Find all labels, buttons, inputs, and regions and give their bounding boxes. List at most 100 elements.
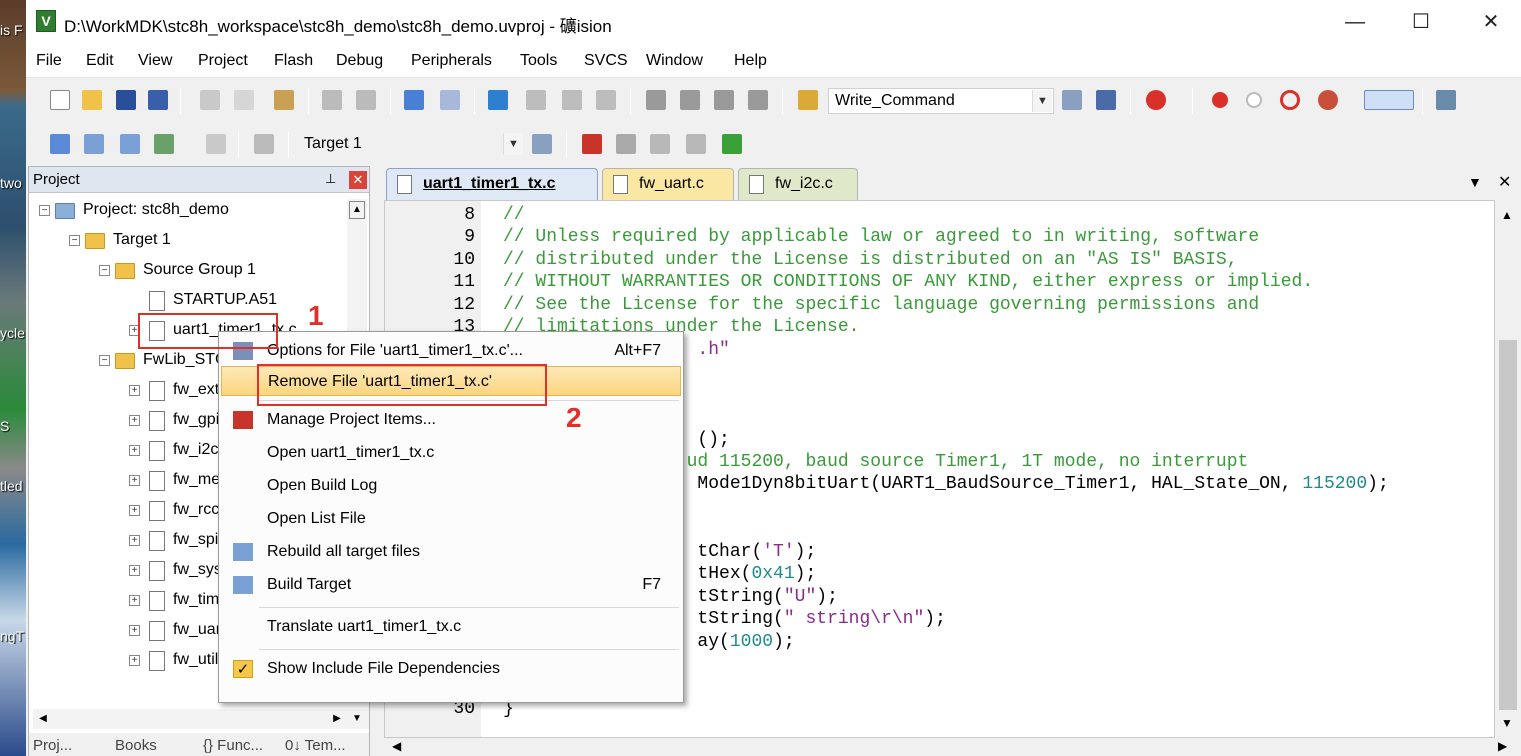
- menu-edit[interactable]: Edit: [86, 52, 114, 70]
- context-menu-item[interactable]: Open Build Log: [221, 471, 681, 501]
- editor-vertical-scrollbar[interactable]: ▲ ▼: [1495, 200, 1521, 738]
- scroll-thumb[interactable]: [1499, 340, 1517, 710]
- bookmark-clear-icon[interactable]: [596, 90, 616, 110]
- copy-icon[interactable]: [234, 90, 254, 110]
- scroll-up-icon[interactable]: ▲: [349, 201, 365, 219]
- target-options-wand-icon[interactable]: [532, 134, 552, 154]
- select-pack-icon[interactable]: [616, 134, 636, 154]
- expand-icon[interactable]: +: [129, 565, 140, 576]
- menu-help[interactable]: Help: [734, 52, 767, 70]
- cut-icon[interactable]: [200, 90, 220, 110]
- close-panel-button[interactable]: ✕: [349, 171, 367, 189]
- menu-file[interactable]: File: [36, 52, 62, 70]
- chevron-down-icon[interactable]: ▼: [1032, 90, 1052, 112]
- editor-horizontal-scrollbar[interactable]: ◀ ▶: [384, 738, 1521, 756]
- tabs-dropdown-icon[interactable]: ▼: [1468, 174, 1482, 190]
- maximize-button[interactable]: ☐: [1398, 8, 1444, 36]
- scroll-left-icon[interactable]: ◀: [35, 711, 51, 727]
- comment-icon[interactable]: [714, 90, 734, 110]
- close-tab-icon[interactable]: ✕: [1498, 172, 1511, 192]
- expand-icon[interactable]: +: [129, 625, 140, 636]
- menu-window[interactable]: Window: [646, 52, 703, 70]
- expand-icon[interactable]: +: [129, 475, 140, 486]
- bookmark-next-icon[interactable]: [562, 90, 582, 110]
- scroll-right-icon[interactable]: ▶: [329, 711, 345, 727]
- scroll-up-icon[interactable]: ▲: [1501, 208, 1513, 222]
- batch-build-icon[interactable]: [154, 134, 174, 154]
- tree-horizontal-scrollbar[interactable]: ◀ ▶ ▼: [33, 709, 369, 729]
- uncomment-icon[interactable]: [748, 90, 768, 110]
- scroll-right-icon[interactable]: ▶: [1498, 739, 1507, 753]
- manage-project-items-icon[interactable]: [582, 134, 602, 154]
- context-menu-item[interactable]: Open List File: [221, 504, 681, 534]
- find-in-files-icon[interactable]: [798, 90, 818, 110]
- tree-item[interactable]: − Target 1: [29, 229, 345, 255]
- expand-icon[interactable]: +: [129, 535, 140, 546]
- tree-item[interactable]: − Project: stc8h_demo: [29, 199, 345, 225]
- scroll-left-icon[interactable]: ◀: [392, 739, 401, 753]
- menu-debug[interactable]: Debug: [336, 52, 383, 70]
- build-icon[interactable]: [84, 134, 104, 154]
- unindent-icon[interactable]: [680, 90, 700, 110]
- breakpoint-icon[interactable]: [1212, 92, 1228, 108]
- context-menu-item[interactable]: Translate uart1_timer1_tx.c: [221, 612, 681, 642]
- expand-icon[interactable]: +: [129, 505, 140, 516]
- find-combo[interactable]: Write_Command ▼: [828, 88, 1054, 114]
- scroll-down-icon[interactable]: ▼: [349, 711, 365, 727]
- bookmark-icon[interactable]: [488, 90, 508, 110]
- configure-wrench-icon[interactable]: [1436, 90, 1456, 110]
- tree-item[interactable]: STARTUP.A51: [29, 289, 345, 315]
- incremental-find-icon[interactable]: [1096, 90, 1116, 110]
- breakpoint-disable-icon[interactable]: [1246, 92, 1262, 108]
- context-menu-item[interactable]: Open uart1_timer1_tx.c: [221, 438, 681, 468]
- navigate-forward-icon[interactable]: [440, 90, 460, 110]
- find-icon[interactable]: [1062, 90, 1082, 110]
- chevron-down-icon[interactable]: ▼: [503, 133, 523, 155]
- tab-functions[interactable]: {} Func...: [203, 737, 281, 756]
- expand-icon[interactable]: +: [129, 415, 140, 426]
- context-menu-item[interactable]: Rebuild all target files: [221, 537, 681, 567]
- collapse-icon[interactable]: −: [99, 265, 110, 276]
- collapse-icon[interactable]: −: [69, 235, 80, 246]
- component-icon[interactable]: [722, 134, 742, 154]
- expand-icon[interactable]: +: [129, 445, 140, 456]
- paste-icon[interactable]: [274, 90, 294, 110]
- context-menu-item[interactable]: ✓ Show Include File Dependencies: [221, 654, 681, 684]
- file-tab[interactable]: uart1_timer1_tx.c: [386, 168, 598, 200]
- context-menu-item[interactable]: Manage Project Items...: [221, 405, 681, 435]
- indent-icon[interactable]: [646, 90, 666, 110]
- menu-view[interactable]: View: [138, 52, 172, 70]
- tab-books[interactable]: Books: [115, 737, 193, 756]
- bookmark-prev-icon[interactable]: [526, 90, 546, 110]
- tree-item[interactable]: − Source Group 1: [29, 259, 345, 285]
- menu-flash[interactable]: Flash: [274, 52, 313, 70]
- close-window-button[interactable]: ✕: [1468, 8, 1514, 36]
- minimize-button[interactable]: —: [1332, 8, 1378, 36]
- pack-installer-icon[interactable]: [686, 134, 706, 154]
- navigate-back-icon[interactable]: [404, 90, 424, 110]
- undo-icon[interactable]: [322, 90, 342, 110]
- target-combo[interactable]: Target 1 ▼: [298, 132, 524, 158]
- pin-icon[interactable]: ⊥: [325, 171, 336, 187]
- new-file-icon[interactable]: [50, 90, 70, 110]
- expand-icon[interactable]: +: [129, 655, 140, 666]
- manage-rte-icon[interactable]: [650, 134, 670, 154]
- save-icon[interactable]: [116, 90, 136, 110]
- collapse-icon[interactable]: −: [39, 205, 50, 216]
- stop-build-icon[interactable]: [206, 134, 226, 154]
- redo-icon[interactable]: [356, 90, 376, 110]
- translate-icon[interactable]: [50, 134, 70, 154]
- menu-project[interactable]: Project: [198, 52, 248, 70]
- file-tab[interactable]: fw_i2c.c: [738, 168, 858, 200]
- expand-icon[interactable]: +: [129, 385, 140, 396]
- expand-icon[interactable]: +: [129, 595, 140, 606]
- menu-tools[interactable]: Tools: [520, 52, 557, 70]
- scroll-down-icon[interactable]: ▼: [1501, 716, 1513, 730]
- breakpoint-clear-icon[interactable]: [1280, 90, 1300, 110]
- file-tab[interactable]: fw_uart.c: [602, 168, 734, 200]
- menu-svcs[interactable]: SVCS: [584, 52, 628, 70]
- context-menu-item[interactable]: Build Target F7: [221, 570, 681, 600]
- menu-peripherals[interactable]: Peripherals: [411, 52, 492, 70]
- context-menu-item[interactable]: Options for File 'uart1_timer1_tx.c'... A…: [221, 336, 681, 366]
- collapse-icon[interactable]: −: [99, 355, 110, 366]
